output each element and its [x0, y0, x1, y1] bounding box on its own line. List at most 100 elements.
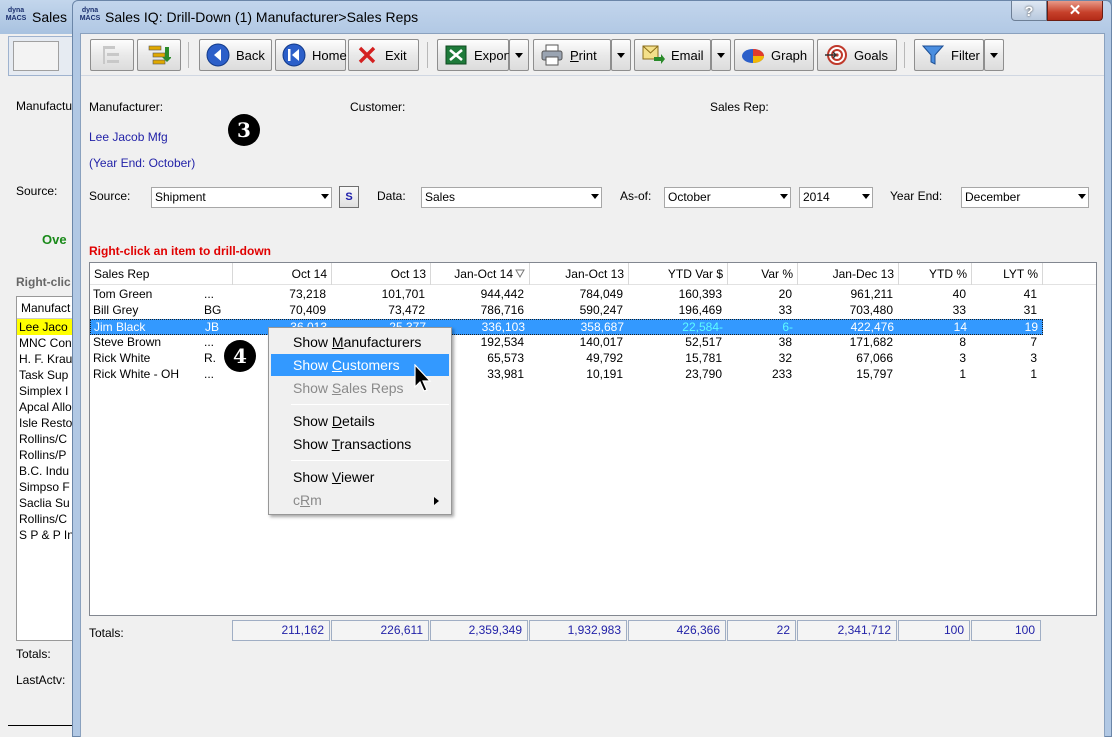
graph-button[interactable]: Graph	[734, 39, 814, 71]
table-cell: 961,211	[850, 287, 894, 301]
menu-item-show-manufacturers[interactable]: Show Manufacturers	[271, 331, 449, 353]
background-toolbar-button[interactable]	[13, 41, 59, 71]
toolbar-separator	[904, 42, 905, 68]
total-cell: 2,359,349	[430, 620, 528, 641]
column-header[interactable]: Oct 13	[332, 263, 431, 285]
s-button[interactable]: S	[339, 186, 359, 208]
column-header-label: LYT %	[1003, 267, 1038, 281]
table-cell: 32	[778, 351, 792, 365]
sales-rep-name: Bill Grey	[93, 303, 139, 317]
target-icon	[824, 43, 848, 67]
menu-item-show-details[interactable]: Show Details	[271, 410, 449, 432]
export-dropdown-button[interactable]	[509, 39, 529, 71]
column-header-label: YTD Var $	[667, 267, 723, 281]
column-header-label: Jan-Dec 13	[832, 267, 894, 281]
menu-item-label: Show Viewer	[293, 469, 375, 485]
column-header[interactable]: Sales Rep	[90, 263, 233, 285]
table-cell: 703,480	[849, 303, 893, 317]
table-row[interactable]: Tom Green... 73,218 101,701 944,442 784,049 1…	[90, 287, 1096, 303]
home-button-label: Home	[312, 47, 347, 63]
back-button[interactable]: Back	[199, 39, 272, 71]
table-cell: 160,393	[678, 287, 722, 301]
table-row-selected[interactable]: Jim BlackJB36,01325,377336,103358,68722,…	[90, 319, 1043, 335]
column-header[interactable]: Jan-Oct 13	[530, 263, 629, 285]
print-button[interactable]: Print	[533, 39, 611, 71]
column-header[interactable]: Jan-Dec 13	[798, 263, 899, 285]
column-header[interactable]: YTD %	[899, 263, 972, 285]
drilldown-window[interactable]: dyna MACS Sales IQ: Drill-Down (1) Manufa…	[72, 0, 1112, 737]
asof-month-select[interactable]: October	[664, 187, 791, 208]
menu-item-label: Show Customers	[293, 357, 400, 373]
submenu-arrow-icon	[434, 497, 439, 505]
table-cell: 67,066	[856, 351, 893, 365]
table-cell: 49,792	[586, 351, 623, 365]
column-header[interactable]: Oct 14	[233, 263, 332, 285]
window-titlebar[interactable]: dyna MACS Sales IQ: Drill-Down (1) Manufa…	[73, 1, 1112, 33]
drilldown-button[interactable]	[137, 39, 181, 71]
email-button[interactable]: Email	[634, 39, 711, 71]
help-button[interactable]: ?	[1011, 1, 1047, 21]
yearend-select[interactable]: December	[961, 187, 1089, 208]
drilldown-disabled-button[interactable]	[90, 39, 134, 71]
total-cell: 2,341,712	[797, 620, 897, 641]
manufacturer-label: Manufacturer:	[89, 100, 164, 114]
menu-separator	[291, 404, 449, 405]
total-cell: 426,366	[628, 620, 726, 641]
window-client: Back Home Exit Export Print Email Graph …	[80, 33, 1105, 737]
menu-item-show-viewer[interactable]: Show Viewer	[271, 466, 449, 488]
customer-label: Customer:	[350, 100, 406, 114]
table-cell: 3	[1030, 351, 1037, 365]
column-header[interactable]: LYT %	[972, 263, 1043, 285]
context-menu[interactable]: Show Manufacturers Show Customers Show S…	[268, 327, 452, 515]
table-cell: 101,701	[381, 287, 425, 301]
close-button[interactable]: ✕	[1047, 1, 1103, 21]
goals-button[interactable]: Goals	[817, 39, 897, 71]
source-select[interactable]: Shipment	[151, 187, 332, 208]
exit-button[interactable]: Exit	[348, 39, 419, 71]
bg-overview-tab[interactable]: Ove	[42, 232, 67, 247]
salesrep-label: Sales Rep:	[710, 100, 769, 114]
window-title: Sales IQ: Drill-Down (1) Manufacturer>Sa…	[105, 9, 419, 25]
bg-right-click-hint: Right-clic	[16, 275, 71, 289]
table-cell: 33	[952, 303, 966, 317]
menu-item-label: Show Sales Reps	[293, 380, 404, 396]
column-header[interactable]: Var %	[728, 263, 798, 285]
table-cell: 52,517	[685, 335, 722, 349]
bg-source-label: Source:	[16, 184, 58, 198]
asof-year-select[interactable]: 2014	[799, 187, 873, 208]
table-cell: 6-	[782, 320, 793, 334]
graph-button-label: Graph	[771, 47, 808, 63]
filter-button[interactable]: Filter	[914, 39, 984, 71]
drilldown-disabled-icon	[100, 43, 124, 67]
filter-dropdown-button[interactable]	[984, 39, 1004, 71]
total-cell: 100	[898, 620, 970, 641]
column-header-label: Jan-Oct 13	[565, 267, 624, 281]
export-button-label: Export	[474, 47, 512, 63]
print-dropdown-button[interactable]	[611, 39, 631, 71]
total-cell: 100	[971, 620, 1041, 641]
sort-descending-icon	[515, 269, 525, 279]
exit-x-icon	[355, 43, 379, 67]
table-cell: 15,797	[856, 367, 893, 381]
sales-rep-name: Tom Green	[93, 287, 153, 301]
column-header-label: Jan-Oct 14	[454, 267, 513, 281]
email-dropdown-button[interactable]	[711, 39, 731, 71]
column-header-label: Oct 13	[390, 267, 426, 281]
sales-rep-code: BG	[204, 303, 222, 317]
table-row[interactable]: Bill Grey BG 70,409 73,472 786,716 590,247 196…	[90, 303, 1096, 319]
column-header[interactable]: YTD Var $	[629, 263, 728, 285]
column-header[interactable]: Jan-Oct 14	[431, 263, 530, 285]
exit-button-label: Exit	[385, 47, 407, 63]
sales-rep-table[interactable]: Sales Rep Oct 14 Oct 13 Jan-Oct 14 Jan-Oct 1…	[89, 262, 1097, 616]
printer-icon	[540, 43, 564, 67]
menu-item-show-transactions[interactable]: Show Transactions	[271, 433, 449, 455]
total-cell: 211,162	[232, 620, 330, 641]
table-cell: 40	[952, 287, 966, 301]
export-button[interactable]: Export	[437, 39, 512, 71]
yearend-select-value: December	[965, 190, 1021, 204]
home-button[interactable]: Home	[275, 39, 347, 71]
menu-item-crm[interactable]: cRm	[271, 489, 449, 511]
menu-item-label: cRm	[293, 492, 322, 508]
table-cell: 140,017	[579, 335, 623, 349]
data-select[interactable]: Sales	[421, 187, 602, 208]
